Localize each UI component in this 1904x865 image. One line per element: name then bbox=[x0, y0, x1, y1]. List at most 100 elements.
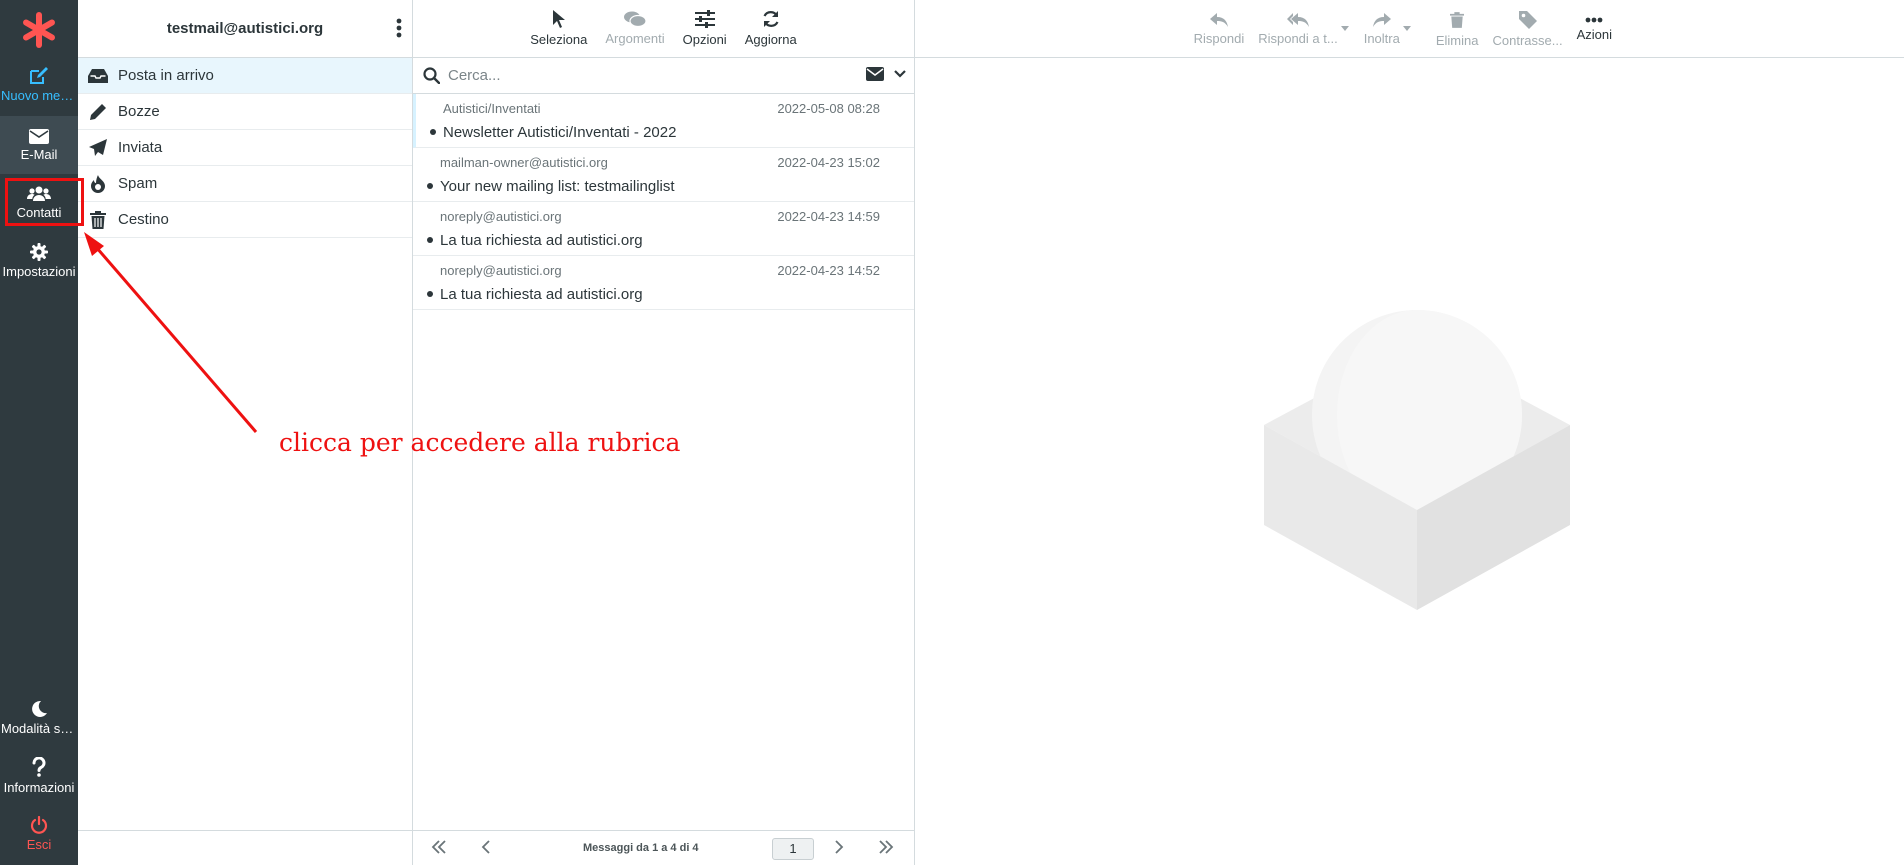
first-page-icon[interactable] bbox=[431, 840, 447, 857]
unread-dot bbox=[427, 291, 433, 297]
annotation-highlight-box bbox=[5, 178, 84, 226]
moon-icon bbox=[32, 700, 47, 717]
folder-label: Bozze bbox=[118, 103, 160, 120]
annotation-text: clicca per accedere alla rubrica bbox=[279, 428, 681, 457]
message-list: Autistici/Inventati 2022-05-08 08:28 New… bbox=[413, 94, 914, 310]
message-row[interactable]: noreply@autistici.org 2022-04-23 14:52 L… bbox=[413, 256, 914, 310]
reply-icon bbox=[1209, 12, 1228, 27]
folder-trash[interactable]: Cestino bbox=[78, 202, 412, 238]
message-subject: La tua richiesta ad autistici.org bbox=[440, 232, 643, 249]
flag-button[interactable]: Contrasse... bbox=[1485, 0, 1569, 58]
envelope-icon bbox=[29, 128, 49, 144]
message-date: 2022-05-08 08:28 bbox=[777, 101, 880, 116]
reply-label: Rispondi bbox=[1193, 30, 1245, 46]
main-navigation: Nuovo mes... E-Mail Contatti Impostazion… bbox=[0, 0, 78, 865]
reply-all-button[interactable]: Rispondi a t... bbox=[1251, 0, 1345, 58]
message-date: 2022-04-23 14:59 bbox=[777, 209, 880, 224]
message-row[interactable]: Autistici/Inventati 2022-05-08 08:28 New… bbox=[413, 94, 914, 148]
cursor-icon bbox=[552, 10, 565, 28]
nav-settings[interactable]: Impostazioni bbox=[0, 232, 78, 290]
nav-mail[interactable]: E-Mail bbox=[0, 116, 78, 174]
search-options bbox=[866, 67, 906, 81]
message-subject: Newsletter Autistici/Inventati - 2022 bbox=[443, 124, 677, 141]
compose-icon bbox=[30, 67, 48, 84]
message-row[interactable]: mailman-owner@autistici.org 2022-04-23 1… bbox=[413, 148, 914, 202]
message-from: noreply@autistici.org bbox=[440, 209, 562, 224]
forward-icon bbox=[1372, 12, 1391, 27]
search-icon bbox=[423, 67, 440, 84]
folder-label: Cestino bbox=[118, 211, 169, 228]
account-email: testmail@autistici.org bbox=[166, 20, 324, 37]
search-bar bbox=[413, 58, 914, 94]
options-button[interactable]: Opzioni bbox=[676, 0, 734, 58]
folder-sent[interactable]: Inviata bbox=[78, 130, 412, 166]
unread-dot bbox=[427, 183, 433, 189]
nav-darkmode[interactable]: Modalità sc... bbox=[0, 689, 78, 747]
logout-label: Esci bbox=[26, 837, 52, 852]
folder-label: Posta in arrivo bbox=[118, 67, 214, 84]
last-page-icon[interactable] bbox=[878, 840, 894, 857]
unread-dot bbox=[427, 237, 433, 243]
previous-page-icon[interactable] bbox=[481, 840, 491, 857]
page-number-input[interactable]: 1 bbox=[772, 838, 814, 860]
actions-label: Azioni bbox=[1576, 26, 1612, 42]
envelope-filter-icon[interactable] bbox=[866, 67, 884, 81]
delete-button[interactable]: Elimina bbox=[1429, 0, 1486, 58]
sliders-icon bbox=[694, 10, 715, 28]
options-label: Opzioni bbox=[682, 32, 727, 47]
refresh-icon bbox=[763, 11, 779, 27]
account-header: testmail@autistici.org bbox=[78, 0, 412, 58]
nav-about[interactable]: Informazioni bbox=[0, 747, 78, 805]
gear-icon bbox=[30, 243, 48, 261]
folder-label: Spam bbox=[118, 175, 158, 192]
nav-logout[interactable]: Esci bbox=[0, 805, 78, 863]
question-icon bbox=[32, 757, 46, 777]
chevron-down-icon[interactable] bbox=[894, 70, 906, 78]
forward-button[interactable]: Inoltra bbox=[1357, 0, 1407, 58]
folder-spam[interactable]: Spam bbox=[78, 166, 412, 202]
reply-button[interactable]: Rispondi bbox=[1187, 0, 1252, 58]
trash-icon bbox=[88, 210, 108, 230]
power-icon bbox=[30, 816, 48, 834]
forward-dropdown-icon[interactable] bbox=[1402, 26, 1411, 31]
trash-icon bbox=[1450, 11, 1465, 28]
threads-label: Argomenti bbox=[605, 31, 665, 46]
message-row[interactable]: noreply@autistici.org 2022-04-23 14:59 L… bbox=[413, 202, 914, 256]
reading-pane: Rispondi Rispondi a t... Inoltra Elimina… bbox=[915, 0, 1904, 865]
message-toolbar: Rispondi Rispondi a t... Inoltra Elimina… bbox=[915, 0, 1904, 58]
message-date: 2022-04-23 14:52 bbox=[777, 263, 880, 278]
actions-button[interactable]: Azioni bbox=[1570, 0, 1619, 58]
comments-icon bbox=[623, 11, 646, 27]
search-input[interactable] bbox=[448, 67, 828, 84]
asterisk-logo-icon bbox=[23, 12, 55, 48]
select-button[interactable]: Seleziona bbox=[523, 0, 594, 58]
message-date: 2022-04-23 15:02 bbox=[777, 155, 880, 170]
logo[interactable] bbox=[0, 8, 78, 52]
reply-all-icon bbox=[1286, 12, 1309, 27]
forward-label: Inoltra bbox=[1363, 30, 1400, 46]
kebab-menu-icon[interactable] bbox=[396, 18, 402, 42]
folder-footer bbox=[78, 830, 412, 865]
ellipsis-icon bbox=[1585, 17, 1603, 22]
about-label: Informazioni bbox=[3, 780, 75, 795]
message-from: Autistici/Inventati bbox=[443, 101, 541, 116]
delete-label: Elimina bbox=[1435, 32, 1479, 48]
message-from: noreply@autistici.org bbox=[440, 263, 562, 278]
refresh-button[interactable]: Aggiorna bbox=[738, 0, 804, 58]
threads-button[interactable]: Argomenti bbox=[598, 0, 671, 58]
empty-mailbox-illustration bbox=[1264, 310, 1570, 610]
tag-icon bbox=[1518, 10, 1537, 29]
compose-label: Nuovo mes... bbox=[1, 88, 77, 103]
paper-plane-icon bbox=[88, 138, 108, 158]
folder-inbox[interactable]: Posta in arrivo bbox=[78, 58, 412, 94]
reply-all-dropdown-icon[interactable] bbox=[1340, 26, 1349, 31]
next-page-icon[interactable] bbox=[834, 840, 844, 857]
pencil-icon bbox=[88, 102, 108, 122]
pagination: Messaggi da 1 a 4 di 4 1 bbox=[413, 830, 914, 865]
compose-button[interactable]: Nuovo mes... bbox=[0, 56, 78, 114]
folder-drafts[interactable]: Bozze bbox=[78, 94, 412, 130]
folder-label: Inviata bbox=[118, 139, 163, 156]
darkmode-label: Modalità sc... bbox=[1, 721, 77, 736]
reply-all-label: Rispondi a t... bbox=[1258, 30, 1338, 46]
refresh-label: Aggiorna bbox=[744, 32, 797, 47]
